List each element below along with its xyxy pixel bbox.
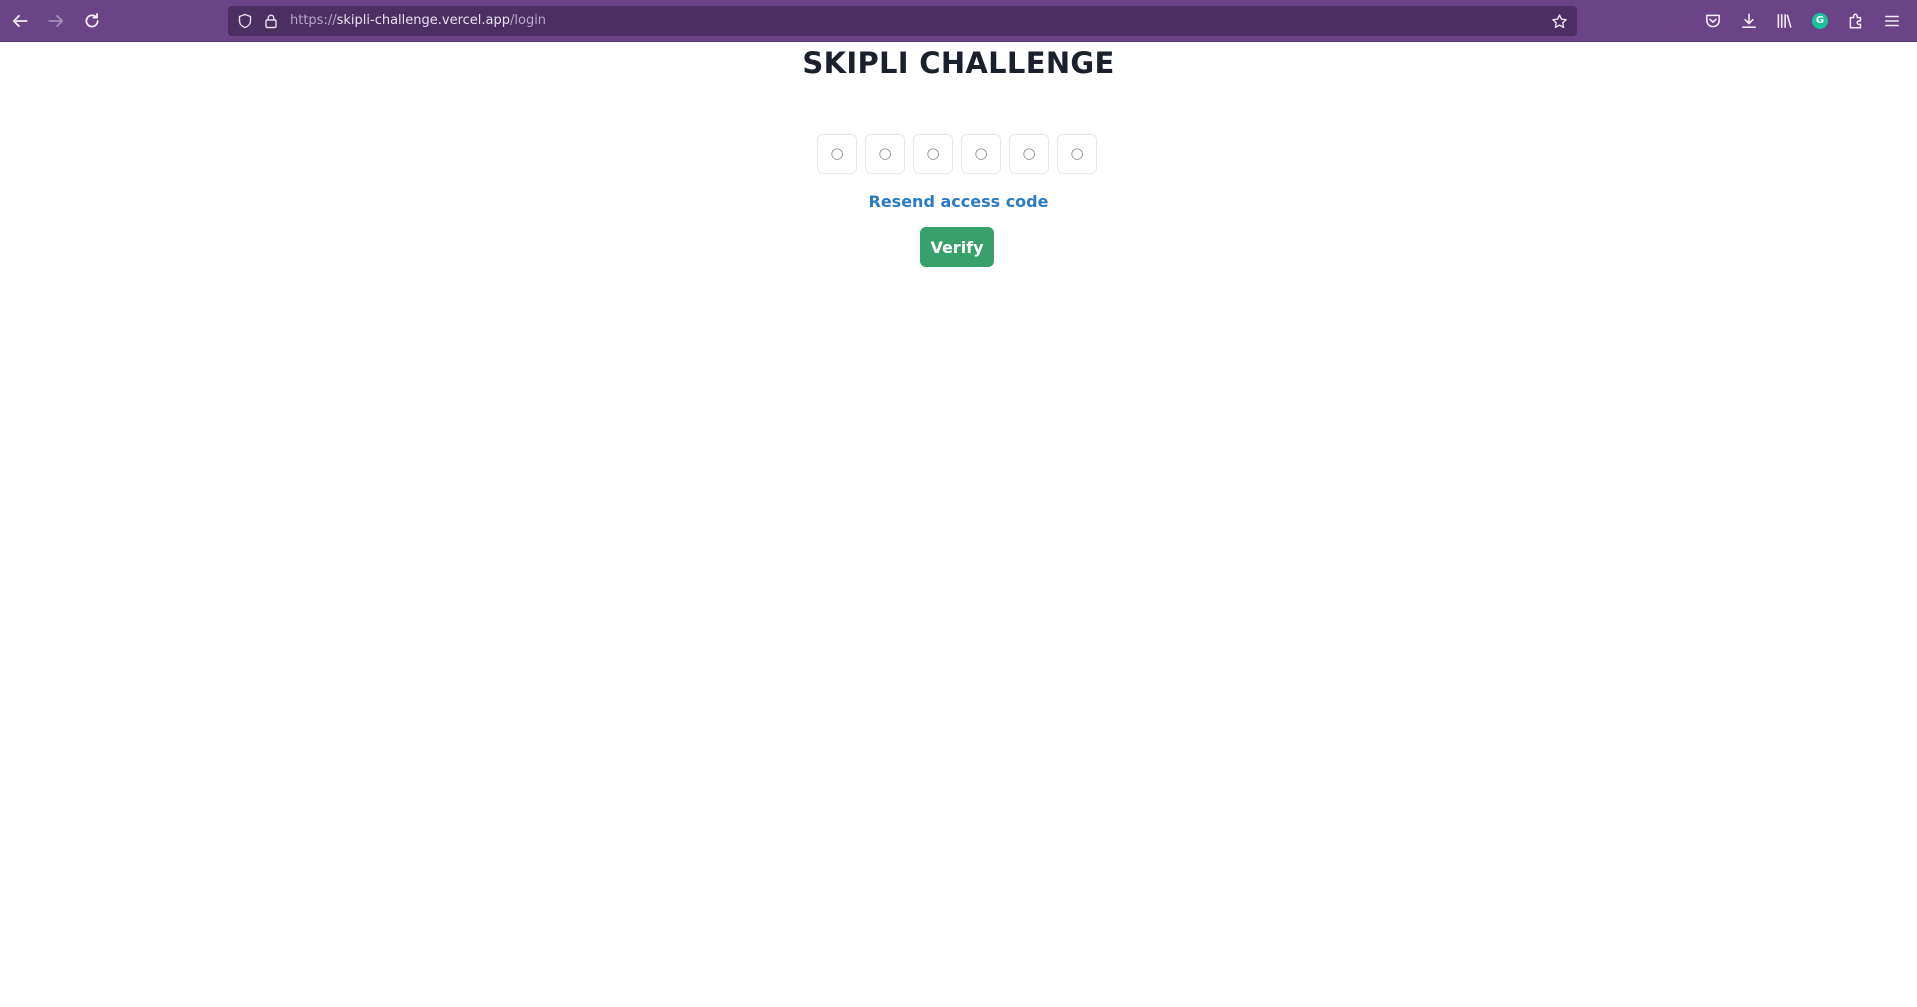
pin-input-4[interactable] <box>961 134 1001 174</box>
url-text[interactable]: https://skipli-challenge.vercel.app/logi… <box>290 13 546 28</box>
shield-icon[interactable] <box>236 12 254 30</box>
url-scheme: https:// <box>290 13 337 28</box>
verify-button[interactable]: Verify <box>920 227 994 267</box>
pin-input-3[interactable] <box>913 134 953 174</box>
pocket-icon <box>1706 14 1720 28</box>
bookmark-star-icon[interactable] <box>1550 12 1568 30</box>
arrow-right-icon <box>48 15 64 27</box>
pocket-button[interactable] <box>1702 10 1724 32</box>
pin-input-1[interactable] <box>817 134 857 174</box>
extensions-button[interactable] <box>1845 10 1867 32</box>
url-path: /login <box>510 13 547 28</box>
downloads-button[interactable] <box>1738 10 1760 32</box>
hamburger-menu-icon <box>1885 15 1899 27</box>
menu-button[interactable] <box>1881 10 1903 32</box>
reload-icon <box>85 13 99 28</box>
resend-access-code-label: Resend access code <box>868 192 1049 211</box>
back-button[interactable] <box>8 9 32 33</box>
browser-toolbar: https://skipli-challenge.vercel.app/logi… <box>0 0 1917 42</box>
pin-input-6[interactable] <box>1057 134 1097 174</box>
access-code-pin-inputs <box>817 134 1097 174</box>
library-icon <box>1777 14 1792 28</box>
page-title: SKIPLI CHALLENGE <box>802 46 1115 80</box>
url-bar[interactable]: https://skipli-challenge.vercel.app/logi… <box>228 6 1577 36</box>
lock-icon[interactable] <box>262 12 280 30</box>
grammarly-extension-button[interactable]: G <box>1809 10 1831 32</box>
url-host: skipli-challenge.vercel.app <box>336 13 510 28</box>
grammarly-icon: G <box>1812 13 1828 29</box>
download-icon <box>1742 13 1756 28</box>
pin-input-2[interactable] <box>865 134 905 174</box>
forward-button[interactable] <box>44 9 68 33</box>
library-button[interactable] <box>1773 10 1795 32</box>
pin-input-5[interactable] <box>1009 134 1049 174</box>
resend-access-code-link[interactable]: Resend access code <box>0 192 1917 211</box>
reload-button[interactable] <box>80 9 104 33</box>
arrow-left-icon <box>12 15 28 27</box>
puzzle-icon <box>1849 13 1862 29</box>
